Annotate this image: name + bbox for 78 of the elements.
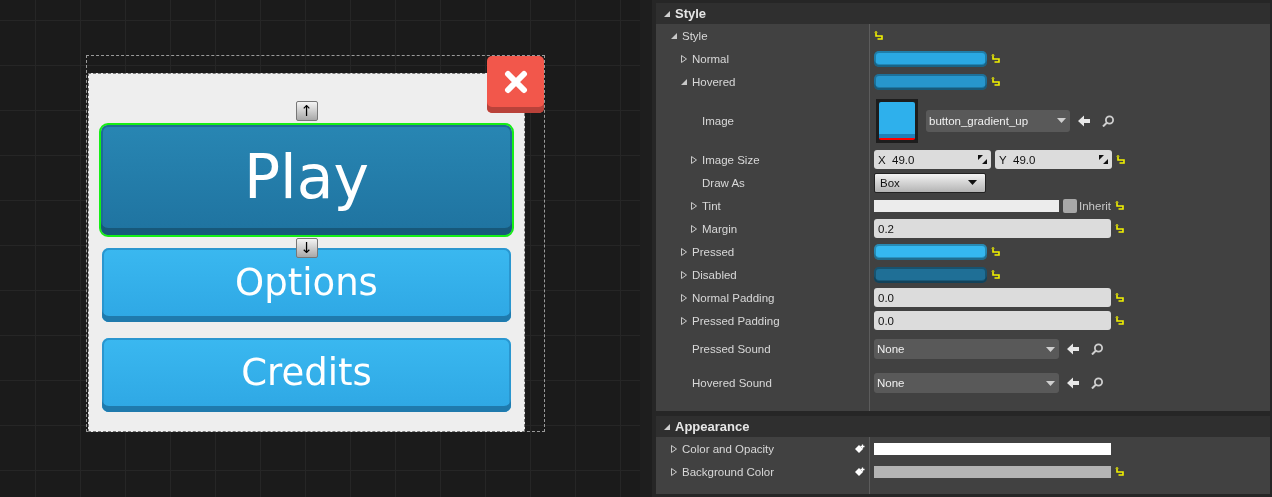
property-label: Background Color xyxy=(682,465,775,478)
reset-icon[interactable] xyxy=(1115,224,1124,233)
search-icon[interactable] xyxy=(1091,377,1103,389)
reset-icon[interactable] xyxy=(1115,293,1124,302)
resize-icon xyxy=(978,155,987,164)
disclosure-triangle-icon[interactable] xyxy=(690,155,698,164)
search-icon[interactable] xyxy=(1091,343,1103,355)
number-field[interactable]: 0.0 xyxy=(874,288,1111,307)
arrow-left-icon[interactable] xyxy=(1067,343,1079,355)
brush-preview[interactable] xyxy=(874,50,987,67)
asset-dropdown[interactable]: button_gradient_up xyxy=(926,109,1070,132)
disclosure-triangle-icon[interactable] xyxy=(670,31,678,40)
checkbox[interactable] xyxy=(1063,198,1077,213)
disclosure-triangle-icon[interactable] xyxy=(680,247,688,256)
reset-icon[interactable] xyxy=(874,31,883,40)
reset-icon[interactable] xyxy=(991,54,1000,63)
close-icon xyxy=(503,69,528,94)
checkbox-label: Inherit xyxy=(1079,199,1111,212)
brush-preview[interactable] xyxy=(874,243,987,260)
sound-dropdown[interactable]: None xyxy=(874,373,1059,393)
reset-icon[interactable] xyxy=(991,247,1000,256)
number-field[interactable]: X 49.0 xyxy=(874,150,991,169)
section-title: Appearance xyxy=(675,419,750,434)
sound-dropdown[interactable]: None xyxy=(874,339,1059,359)
number-field[interactable]: 0.0 xyxy=(874,311,1111,330)
property-label: Pressed Padding xyxy=(692,314,780,327)
property-label: Pressed Sound xyxy=(692,343,771,355)
disclosure-triangle-icon[interactable] xyxy=(670,467,678,476)
property-label: Margin xyxy=(702,222,738,235)
section-title: Style xyxy=(675,6,707,21)
menu-button[interactable]: Play xyxy=(101,125,512,235)
property-label: Disabled xyxy=(692,268,737,281)
caret-icon xyxy=(1046,380,1055,386)
property-label: Tint xyxy=(702,199,721,212)
move-handle[interactable]: ↓ xyxy=(295,238,318,258)
reset-icon[interactable] xyxy=(1115,467,1124,476)
disclosure-triangle-icon[interactable] xyxy=(690,224,698,233)
property-label: Hovered Sound xyxy=(692,377,772,389)
caret-icon xyxy=(1057,118,1066,123)
arrow-left-icon[interactable] xyxy=(1067,377,1079,389)
disclosure-triangle-icon[interactable] xyxy=(690,201,698,210)
disclosure-triangle-icon[interactable] xyxy=(680,77,688,86)
property-label: Style xyxy=(682,29,708,42)
property-label: Image xyxy=(702,114,734,127)
disclosure-triangle-icon[interactable] xyxy=(680,54,688,63)
property-label: Draw As xyxy=(702,176,745,189)
disclosure-triangle-icon[interactable] xyxy=(680,293,688,302)
caret-icon xyxy=(1046,346,1055,352)
number-field[interactable]: 0.2 xyxy=(874,219,1111,238)
add-key-icon[interactable] xyxy=(854,466,865,477)
property-label: Pressed xyxy=(692,245,735,258)
disclosure-triangle-icon[interactable] xyxy=(680,316,688,325)
caret-icon xyxy=(968,180,977,185)
disclosure-triangle-icon[interactable] xyxy=(663,422,671,431)
add-key-icon[interactable] xyxy=(854,443,865,454)
reset-icon[interactable] xyxy=(1114,201,1124,210)
property-label: Hovered xyxy=(692,75,736,88)
disclosure-triangle-icon[interactable] xyxy=(663,9,671,18)
move-handle[interactable]: ↑ xyxy=(295,101,318,121)
color-bar[interactable] xyxy=(874,465,1111,478)
reset-icon[interactable] xyxy=(991,270,1000,279)
property-label: Image Size xyxy=(702,153,760,166)
property-label: Color and Opacity xyxy=(682,442,775,455)
reset-icon[interactable] xyxy=(1116,155,1125,164)
property-label: Normal xyxy=(692,52,730,65)
color-bar[interactable] xyxy=(874,442,1111,455)
number-field[interactable]: Y 49.0 xyxy=(995,150,1112,169)
color-bar[interactable] xyxy=(874,199,1059,212)
property-label: Normal Padding xyxy=(692,291,775,304)
disclosure-triangle-icon[interactable] xyxy=(670,444,678,453)
reset-icon[interactable] xyxy=(991,77,1000,86)
draw-as-dropdown[interactable]: Box xyxy=(874,172,986,193)
resize-icon xyxy=(1099,155,1108,164)
disclosure-triangle-icon[interactable] xyxy=(680,270,688,279)
arrow-left-icon[interactable] xyxy=(1078,114,1090,127)
search-icon[interactable] xyxy=(1102,114,1114,127)
reset-icon[interactable] xyxy=(1115,316,1124,325)
close-button[interactable] xyxy=(487,56,544,113)
